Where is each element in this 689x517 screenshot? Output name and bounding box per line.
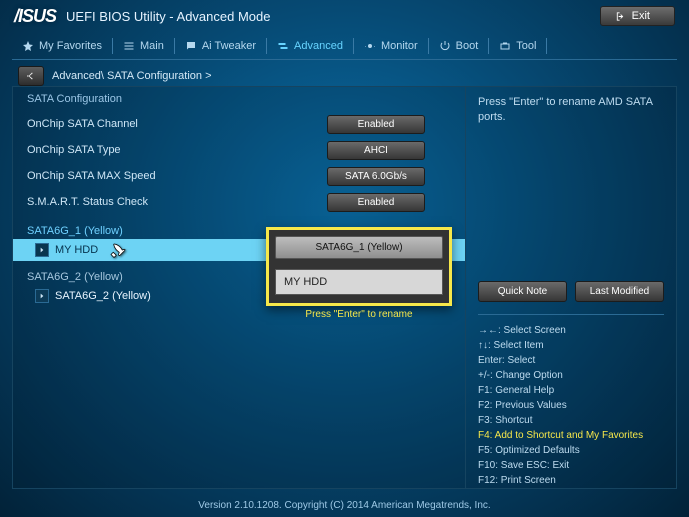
tab-label: Tool (516, 40, 536, 52)
tab-label: Monitor (381, 40, 418, 52)
list-icon (123, 40, 135, 52)
advanced-icon (277, 40, 289, 52)
hotkey-line: Enter: Select (478, 353, 664, 368)
hotkey-line: F5: Optimized Defaults (478, 443, 664, 458)
left-panel: SATA Configuration OnChip SATA Channel E… (13, 87, 466, 488)
tab-tool[interactable]: Tool (489, 40, 546, 52)
nav-tabs: My Favorites Main Ai Tweaker Advanced Mo… (12, 32, 677, 60)
tab-label: Boot (456, 40, 479, 52)
setting-row[interactable]: OnChip SATA Type AHCI (13, 137, 465, 163)
expand-icon (35, 243, 49, 257)
hotkey-line: ↑↓: Select Item (478, 338, 664, 353)
hotkey-line: →←: Select Screen (478, 323, 664, 338)
port-label: SATA6G_2 (Yellow) (55, 290, 151, 302)
tab-label: My Favorites (39, 40, 102, 52)
setting-label: OnChip SATA MAX Speed (27, 170, 327, 182)
popup-hint: Press "Enter" to rename (266, 309, 452, 320)
page-title: UEFI BIOS Utility - Advanced Mode (66, 9, 270, 24)
bios-root: /ISUS UEFI BIOS Utility - Advanced Mode … (0, 0, 689, 517)
rename-popup: SATA6G_1 (Yellow) MY HDD (266, 227, 452, 306)
last-modified-button[interactable]: Last Modified (575, 281, 664, 302)
setting-label: S.M.A.R.T. Status Check (27, 196, 327, 208)
main-frame: SATA Configuration OnChip SATA Channel E… (12, 86, 677, 489)
setting-label: OnChip SATA Channel (27, 118, 327, 130)
quick-note-button[interactable]: Quick Note (478, 281, 567, 302)
hotkey-line: F10: Save ESC: Exit (478, 458, 664, 473)
expand-icon (35, 289, 49, 303)
help-text: Press "Enter" to rename AMD SATA ports. (478, 95, 664, 275)
tab-label: Advanced (294, 40, 343, 52)
setting-value-button[interactable]: SATA 6.0Gb/s (327, 167, 425, 186)
setting-value-button[interactable]: AHCI (327, 141, 425, 160)
hotkey-line: F1: General Help (478, 383, 664, 398)
tab-ai-tweaker[interactable]: Ai Tweaker (175, 40, 266, 52)
exit-label: Exit (632, 10, 650, 22)
setting-value-button[interactable]: Enabled (327, 115, 425, 134)
exit-button[interactable]: Exit (600, 6, 675, 26)
back-button[interactable] (18, 66, 44, 86)
hotkey-line: F12: Print Screen (478, 473, 664, 488)
setting-row[interactable]: OnChip SATA Channel Enabled (13, 111, 465, 137)
divider (546, 38, 547, 54)
chat-icon (185, 40, 197, 52)
tab-label: Ai Tweaker (202, 40, 256, 52)
section-heading: SATA Configuration (13, 93, 465, 111)
tab-boot[interactable]: Boot (429, 40, 489, 52)
tab-label: Main (140, 40, 164, 52)
top-bar: /ISUS UEFI BIOS Utility - Advanced Mode … (0, 0, 689, 32)
hotkey-legend: →←: Select Screen ↑↓: Select Item Enter:… (478, 314, 664, 488)
right-panel: Press "Enter" to rename AMD SATA ports. … (466, 87, 676, 488)
tab-main[interactable]: Main (113, 40, 174, 52)
vendor-logo: /ISUS (14, 6, 56, 27)
power-icon (439, 40, 451, 52)
popup-title: SATA6G_1 (Yellow) (275, 236, 443, 259)
tab-advanced[interactable]: Advanced (267, 40, 353, 52)
setting-label: OnChip SATA Type (27, 144, 327, 156)
exit-icon (615, 11, 626, 22)
rename-input[interactable]: MY HDD (275, 269, 443, 295)
hotkey-line: F3: Shortcut (478, 413, 664, 428)
port-label: MY HDD (55, 244, 98, 256)
monitor-icon (364, 40, 376, 52)
footer: Version 2.10.1208. Copyright (C) 2014 Am… (0, 493, 689, 517)
tab-monitor[interactable]: Monitor (354, 40, 428, 52)
back-arrow-icon (24, 70, 38, 82)
quick-actions: Quick Note Last Modified (478, 281, 664, 302)
star-icon (22, 40, 34, 52)
tool-icon (499, 40, 511, 52)
hotkey-line-highlight: F4: Add to Shortcut and My Favorites (478, 428, 664, 443)
breadcrumb: Advanced\ SATA Configuration > (52, 70, 212, 82)
setting-value-button[interactable]: Enabled (327, 193, 425, 212)
hotkey-line: F2: Previous Values (478, 398, 664, 413)
tab-favorites[interactable]: My Favorites (12, 40, 112, 52)
setting-row[interactable]: S.M.A.R.T. Status Check Enabled (13, 189, 465, 215)
hotkey-line: +/-: Change Option (478, 368, 664, 383)
setting-row[interactable]: OnChip SATA MAX Speed SATA 6.0Gb/s (13, 163, 465, 189)
